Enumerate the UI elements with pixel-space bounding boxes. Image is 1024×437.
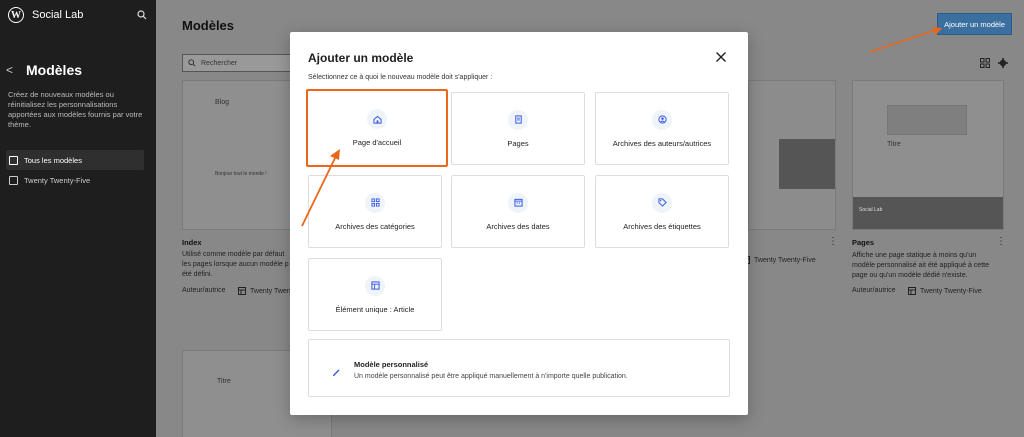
template-icon [9,155,18,165]
calendar-icon [508,192,528,213]
option-single-post[interactable]: Élément unique : Article [308,258,442,331]
card-description: modèle personnalisé ait été appliqué à c… [852,262,989,269]
sidebar: W Social Lab < Modèles Créez de nouveaux… [0,0,156,437]
sidebar-item-label: Tous les modèles [24,155,82,165]
thumb-text: Titre [887,141,901,148]
card-title[interactable]: Index [182,238,202,247]
custom-template-title: Modèle personnalisé [354,360,429,369]
option-category-archives[interactable]: Archives des catégories [308,175,442,248]
card-author: Auteur/autrice [182,287,226,294]
thumb-text: Blog [215,99,230,106]
sidebar-top: W Social Lab [0,0,156,30]
thumb-text: Bonjour tout le monde ! [215,171,267,177]
tag-icon [652,192,672,213]
card-theme: Twenty Twenty [238,287,296,295]
search-icon [188,59,196,67]
option-label: Élément unique : Article [335,304,415,314]
pencil-icon [331,364,341,382]
option-author-archives[interactable]: Archives des auteurs/autrices [595,92,729,165]
view-controls [980,58,1008,68]
card-theme-label: Twenty Twenty-Five [920,287,982,295]
card-title[interactable]: Pages [852,238,874,247]
home-icon [367,109,387,129]
page-icon [508,109,528,130]
user-icon [652,109,672,130]
template-thumbnail-middle[interactable] [748,80,836,230]
sidebar-title: Modèles [26,62,83,78]
thumb-text: Titre [217,378,231,385]
card-theme: Twenty Twenty-Five [742,256,816,264]
site-name[interactable]: Social Lab [32,9,136,21]
close-icon[interactable] [714,50,728,64]
card-description: Utilisé comme modèle par défaut [182,251,285,258]
card-description: Affiche une page statique à moins qu'un [852,252,977,259]
option-date-archives[interactable]: Archives des dates [451,175,585,248]
option-front-page[interactable]: Page d'accueil [306,89,448,167]
sidebar-item-all-templates[interactable]: Tous les modèles [6,150,144,170]
modal-subtitle: Sélectionnez ce à quoi le nouveau modèle… [308,74,493,81]
template-thumbnail-pages[interactable]: Titre Social Lab [852,80,1004,230]
option-label: Archives des auteurs/autrices [612,138,712,148]
category-icon [365,192,385,213]
page-title: Modèles [182,18,235,33]
back-button[interactable]: < [6,63,20,77]
option-label: Archives des dates [486,221,550,231]
option-custom-template[interactable]: Modèle personnalisé Un modèle personnali… [308,339,730,397]
option-label: Archives des étiquettes [623,221,701,231]
sidebar-header: < Modèles [0,62,156,78]
card-menu-icon[interactable]: ⋮ [996,236,1006,247]
search-placeholder: Rechercher [201,59,238,67]
card-description: été défini. [182,271,213,278]
card-menu-icon[interactable]: ⋮ [828,236,838,247]
search-icon[interactable] [136,9,148,21]
add-template-modal: Ajouter un modèle Sélectionnez ce à quoi… [290,32,748,415]
option-label: Pages [507,138,529,148]
option-tag-archives[interactable]: Archives des étiquettes [595,175,729,248]
add-template-button[interactable]: Ajouter un modèle [937,13,1012,35]
thumb-image-placeholder [887,105,967,135]
modal-title: Ajouter un modèle [308,51,414,65]
sidebar-item-twenty-twenty-five[interactable]: Twenty Twenty-Five [6,170,144,190]
post-icon [365,275,385,296]
layout-icon [238,287,246,295]
option-pages[interactable]: Pages [451,92,585,165]
thumb-footer: Social Lab [853,197,1003,229]
sidebar-item-label: Twenty Twenty-Five [24,175,91,185]
option-label: Archives des catégories [335,221,415,231]
thumb-text: Social Lab [859,207,883,213]
layout-icon [908,287,916,295]
grid-view-icon[interactable] [980,58,990,68]
card-theme-label: Twenty Twenty-Five [754,256,816,264]
custom-template-description: Un modèle personnalisé peut être appliqu… [354,373,628,380]
card-description: les pages lorsque aucun modèle p [182,261,289,268]
card-theme: Twenty Twenty-Five [908,287,982,295]
template-icon [9,175,18,185]
gear-icon[interactable] [998,58,1008,68]
wordpress-logo-icon[interactable]: W [8,7,24,23]
card-description: page ou qu'un modèle dédié n'existe. [852,272,968,279]
option-label: Page d'accueil [352,138,402,147]
sidebar-description: Créez de nouveaux modèles ou réinitialis… [8,90,143,129]
card-author: Auteur/autrice [852,287,896,294]
thumb-dark-band [779,139,835,189]
